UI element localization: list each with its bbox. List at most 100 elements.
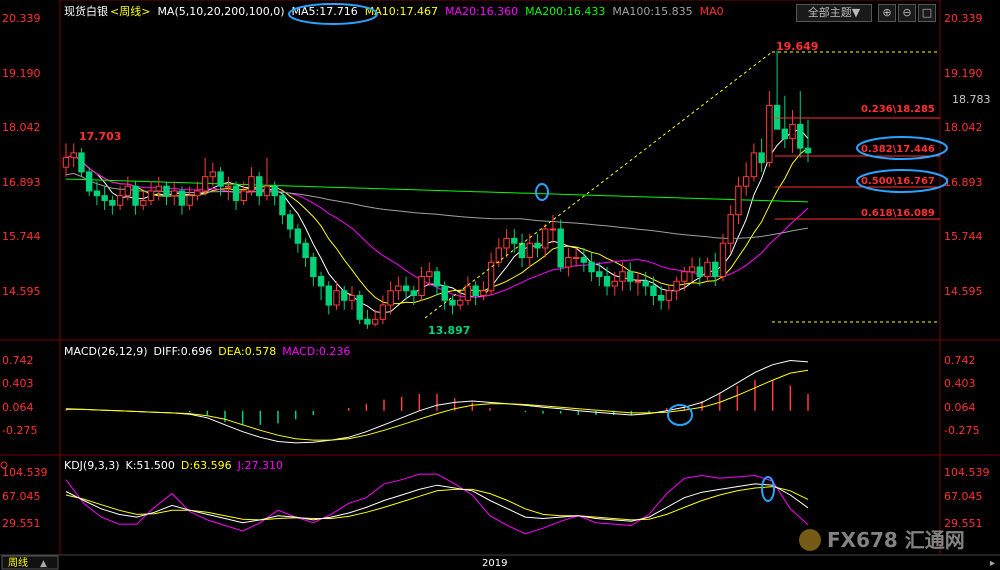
price-tick: 16.893 xyxy=(944,176,983,189)
candle-body xyxy=(719,242,727,278)
candle-body xyxy=(727,214,734,244)
macd-tick: 0.064 xyxy=(944,401,976,414)
candle-body xyxy=(364,318,371,325)
fib-236-label: 0.236\18.285 xyxy=(861,104,935,115)
kdj-tick: 67.045 xyxy=(2,490,41,503)
candle-body xyxy=(147,190,155,201)
candle-body xyxy=(240,190,247,201)
candle-body xyxy=(426,271,433,278)
candle-body xyxy=(549,228,557,231)
candle-body xyxy=(356,295,363,320)
candle-body xyxy=(596,271,603,278)
kdj-tick: 104.539 xyxy=(2,466,48,479)
candle-body xyxy=(773,104,781,130)
candle-body xyxy=(642,280,649,287)
candle-body xyxy=(294,228,302,244)
candle-body xyxy=(248,176,255,192)
kdj-plot xyxy=(65,473,809,535)
candle-body xyxy=(140,199,147,206)
candle-body xyxy=(627,271,634,282)
candle-body xyxy=(472,285,479,297)
candle-body xyxy=(78,152,85,173)
candle-body xyxy=(93,190,101,197)
candle-body xyxy=(487,261,495,292)
candle-body xyxy=(302,242,309,258)
candle-body xyxy=(348,295,356,301)
kdj-d-line xyxy=(65,486,809,521)
price-tick: 15.744 xyxy=(944,230,983,243)
fib-618-label: 0.618\16.089 xyxy=(861,208,935,219)
current-price-tick: 18.783 xyxy=(952,93,991,106)
candle-body xyxy=(518,242,526,258)
watermark: FX678 汇通网 xyxy=(799,528,965,552)
candle-body xyxy=(109,199,116,206)
macd-tick: 0.403 xyxy=(944,377,976,390)
candle-body xyxy=(325,285,332,306)
candle-body xyxy=(232,185,240,201)
candle-body xyxy=(542,228,549,249)
fib-382-label: 0.382\17.446 xyxy=(861,144,935,155)
kdj-j-line xyxy=(65,473,809,535)
candle-body xyxy=(155,185,162,192)
candle-body xyxy=(449,299,456,306)
candle-body xyxy=(634,280,642,283)
left-high-label: 17.703 xyxy=(79,130,121,143)
highlight-ellipse xyxy=(761,476,775,502)
candle-body xyxy=(572,256,580,259)
watermark-text: FX678 汇通网 xyxy=(827,528,965,552)
candle-body xyxy=(209,171,217,178)
candle-body xyxy=(418,276,425,297)
scroll-right-icon[interactable]: ▸ xyxy=(990,558,995,569)
kdj-axis: 104.539 67.045 29.551 104.539 67.045 29.… xyxy=(2,466,990,530)
candle-body xyxy=(387,290,394,306)
candle-body xyxy=(171,190,178,197)
candle-body xyxy=(588,261,595,273)
candle-body xyxy=(712,261,719,278)
candle-body xyxy=(797,123,804,149)
candle-body xyxy=(464,285,472,301)
candle-body xyxy=(85,171,93,192)
candle-body xyxy=(279,195,286,216)
candle-body xyxy=(201,176,209,192)
candle-body xyxy=(750,152,758,178)
candlesticks xyxy=(62,50,812,329)
candle-body xyxy=(603,276,611,287)
macd-tick: -0.275 xyxy=(2,424,37,437)
kdj-tick: 67.045 xyxy=(944,490,983,503)
candle-body xyxy=(163,185,170,197)
macd-tick: 0.064 xyxy=(2,401,34,414)
candle-body xyxy=(619,271,626,282)
candle-body xyxy=(186,195,193,206)
ma100-line xyxy=(65,172,809,239)
macd-plot xyxy=(65,359,809,444)
candle-body xyxy=(194,190,201,197)
candle-body xyxy=(116,195,124,206)
candle-body xyxy=(379,304,387,320)
period-tab-arrow-icon[interactable]: ▲ xyxy=(40,559,47,569)
candle-body xyxy=(688,266,696,273)
price-tick: 14.595 xyxy=(2,285,41,298)
candle-body xyxy=(534,242,541,249)
candle-body xyxy=(611,280,618,287)
price-tick: 16.893 xyxy=(2,176,41,189)
candle-body xyxy=(735,185,742,216)
candle-body xyxy=(673,280,680,292)
chart-canvas[interactable]: 20.339 19.190 18.042 16.893 15.744 14.59… xyxy=(0,0,1000,570)
annotations: 19.649 13.897 17.703 0.236\18.285 0.382\… xyxy=(79,3,948,502)
candle-body xyxy=(317,276,325,287)
candle-body xyxy=(657,295,665,301)
candle-body xyxy=(124,185,132,197)
candle-body xyxy=(217,171,224,187)
period-tab[interactable]: 周线 xyxy=(8,556,28,569)
candle-body xyxy=(565,256,572,268)
candle-body xyxy=(557,228,564,268)
candle-body xyxy=(742,176,750,187)
x-axis-year: 2019 xyxy=(482,558,507,569)
candle-body xyxy=(441,285,448,301)
fib-500-label: 0.500\16.767 xyxy=(861,176,935,187)
candle-body xyxy=(395,285,402,292)
highlight-ellipse xyxy=(288,3,378,25)
macd-tick: 0.742 xyxy=(944,354,976,367)
low-label: 13.897 xyxy=(428,324,470,337)
price-tick: 20.339 xyxy=(2,12,41,25)
